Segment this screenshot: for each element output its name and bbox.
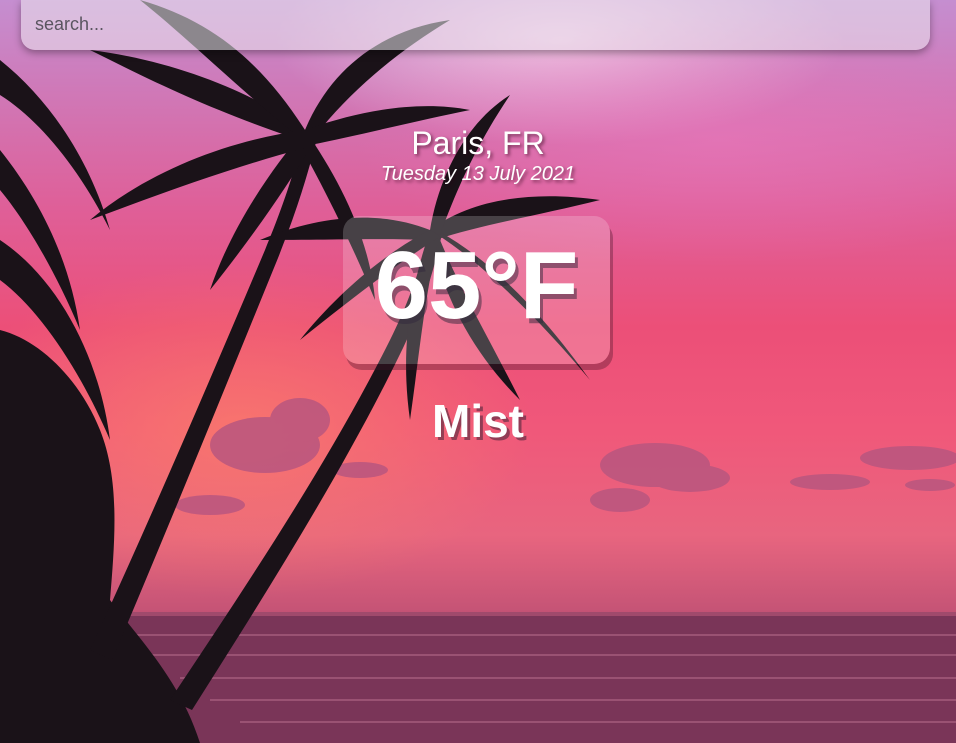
temperature-box: 65°F xyxy=(343,216,610,364)
location-label: Paris, FR xyxy=(411,125,545,161)
search-input[interactable] xyxy=(35,10,895,38)
search-bar xyxy=(21,0,930,50)
palm-sunset-background xyxy=(0,0,956,743)
temperature-value: 65°F xyxy=(374,232,579,339)
weather-conditions: Mist xyxy=(432,395,524,447)
date-label: Tuesday 13 July 2021 xyxy=(380,163,576,185)
